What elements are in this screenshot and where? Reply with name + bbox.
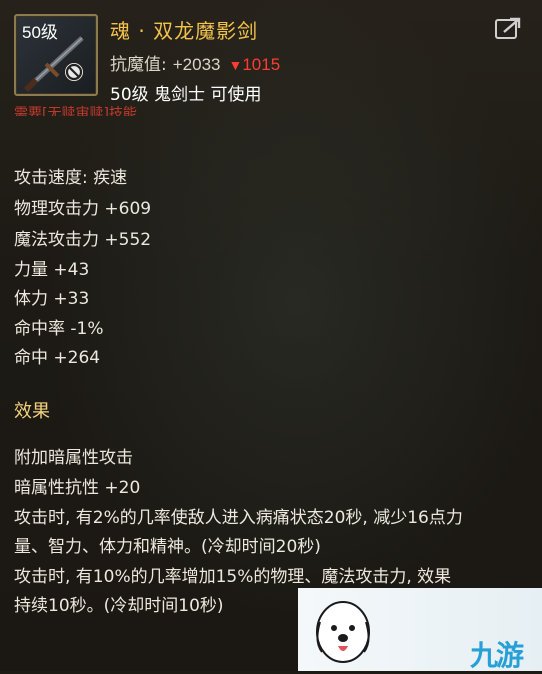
- effect-line: 攻击时, 有2%的几率使敌人进入病痛状态20秒, 减少16点力: [14, 508, 463, 528]
- item-slot[interactable]: 50级: [14, 14, 98, 96]
- effect-line: 攻击时, 有10%的几率增加15%的物理、魔法攻击力, 效果: [14, 567, 452, 587]
- item-tooltip: 50级 魂 · 双龙魔影剑 抗魔值: +2033 ▼1015 50级 鬼剑士 可使用…: [0, 0, 542, 672]
- stat-line: 力量 +43: [14, 260, 90, 280]
- effect-line: 持续10秒。(冷却时间10秒): [14, 596, 224, 616]
- stat-line: 魔法攻击力 +552: [14, 230, 152, 250]
- stat-line: 体力 +33: [14, 289, 90, 309]
- dog-mascot-icon: [316, 601, 370, 663]
- down-arrow-icon: ▼: [228, 57, 243, 73]
- effect-line: 暗属性抗性 +20: [14, 478, 141, 498]
- watermark-text: 九游: [470, 639, 524, 672]
- item-name: 魂 · 双龙魔影剑: [110, 19, 259, 43]
- resist-row: 抗魔值: +2033 ▼1015: [110, 50, 280, 75]
- stat-line: 物理攻击力 +609: [14, 199, 152, 219]
- requirement-text: 50级 鬼剑士 可使用: [110, 85, 262, 105]
- item-level-tag: 50级: [22, 23, 58, 42]
- resist-diff: ▼1015: [228, 55, 280, 74]
- no-use-icon: [63, 61, 85, 83]
- partial-requirement-note: 需要[无赎审赎]技能: [14, 106, 137, 116]
- effect-line: 附加暗属性攻击: [14, 448, 133, 468]
- resist-diff-value: 1015: [242, 55, 281, 74]
- resist-label: 抗魔值:: [110, 55, 167, 75]
- stat-line: 命中率 -1%: [14, 319, 104, 339]
- effects-title: 效果: [14, 401, 50, 422]
- effect-line: 量、智力、体力和精神。(冷却时间20秒): [14, 537, 321, 557]
- share-icon[interactable]: [494, 16, 524, 42]
- stat-line: 命中 +264: [14, 348, 101, 368]
- resist-value: +2033: [172, 55, 221, 74]
- stat-line: 攻击速度: 疾速: [14, 168, 128, 188]
